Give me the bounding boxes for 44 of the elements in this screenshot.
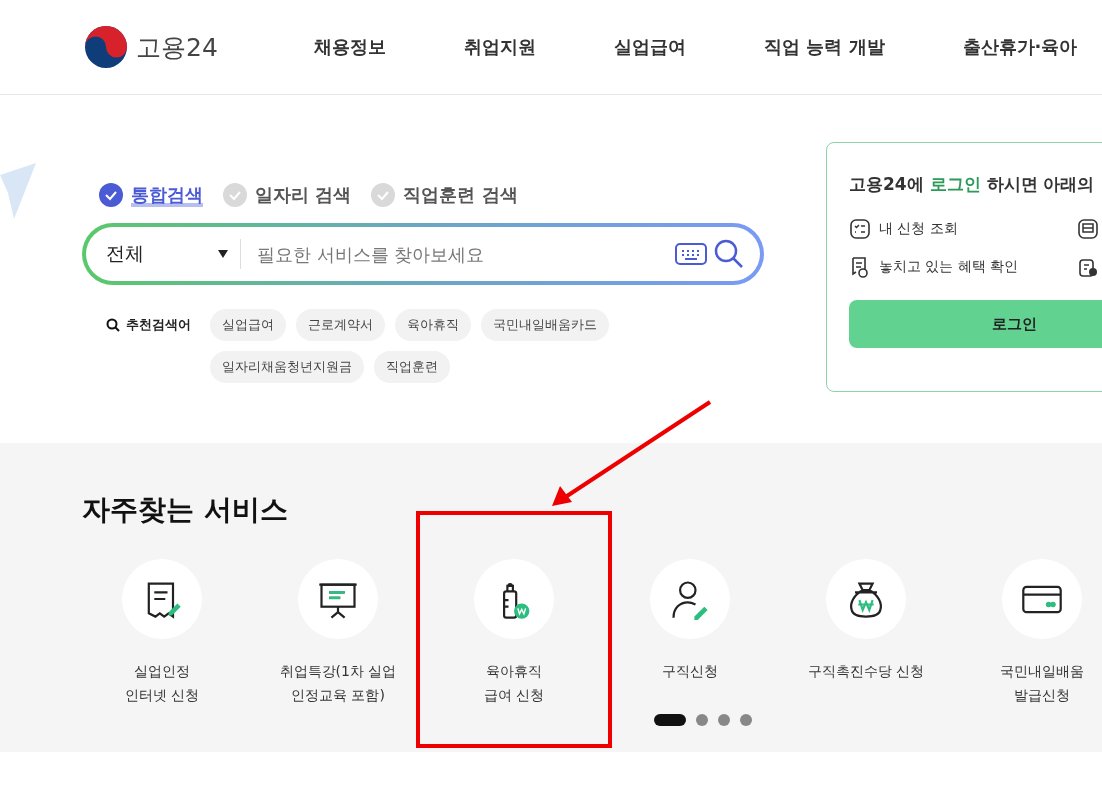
check-icon	[371, 183, 396, 207]
service-item[interactable]: 구직촉진수당 신청	[778, 559, 954, 707]
logo-icon	[84, 25, 128, 69]
pager-dot[interactable]	[718, 714, 730, 726]
keyboard-icon[interactable]	[672, 243, 710, 265]
login-card-title: 고용24에 로그인 하시면 아래의	[849, 173, 1096, 196]
checklist-icon	[849, 218, 871, 240]
service-item[interactable]: 국민내일배움 발급신청	[954, 559, 1102, 707]
nav-item[interactable]: 출산휴가·육아	[962, 35, 1078, 59]
receipt-icon	[849, 256, 871, 278]
category-dropdown[interactable]: 전체	[106, 239, 241, 269]
document-icon	[1077, 218, 1099, 240]
keyword-chip[interactable]: 직업훈련	[374, 351, 450, 383]
check-icon	[99, 183, 123, 207]
search-icon	[106, 318, 120, 332]
pager-dot[interactable]	[740, 714, 752, 726]
pager-dot[interactable]	[696, 714, 708, 726]
clipboard-icon	[1077, 256, 1099, 278]
caret-icon	[218, 250, 228, 258]
service-item[interactable]: 실업인정 인터넷 신청	[74, 559, 250, 707]
search-tab[interactable]: 직업훈련 검색	[371, 183, 518, 207]
keyword-chip[interactable]: 국민내일배움카드	[481, 309, 609, 341]
keyword-chip[interactable]: 실업급여	[210, 309, 286, 341]
service-item[interactable]: 취업특강(1차 실업 인정교육 포함)	[250, 559, 426, 707]
paper-plane-icon	[0, 163, 36, 219]
search-tab[interactable]: 일자리 검색	[223, 183, 352, 207]
nav-item[interactable]: 실업급여	[614, 35, 686, 59]
nav-item[interactable]: 채용정보	[314, 35, 386, 59]
feature-label: 내 신청 조회	[879, 220, 958, 238]
logo-text[interactable]: 고용24	[136, 30, 218, 64]
keyword-chip[interactable]: 일자리채움청년지원금	[210, 351, 364, 383]
nav-item[interactable]: 직업 능력 개발	[764, 35, 885, 59]
section-title: 자주찾는 서비스	[82, 492, 289, 528]
check-icon	[223, 183, 247, 207]
feature-label: 놓치고 있는 혜택 확인	[879, 258, 1019, 276]
search-input[interactable]: 필요한 서비스를 찾아보세요	[241, 242, 672, 266]
keyword-chip[interactable]: 근로계약서	[296, 309, 385, 341]
login-button[interactable]: 로그인	[849, 300, 1102, 348]
recommended-label: 추천검색어	[126, 316, 191, 334]
search-tab[interactable]: 통합검색	[99, 183, 203, 207]
nav-item[interactable]: 취업지원	[464, 35, 536, 59]
service-item[interactable]: 육아휴직 급여 신청	[426, 559, 602, 707]
keyword-chip[interactable]: 육아휴직	[395, 309, 471, 341]
service-item[interactable]: 구직신청	[602, 559, 778, 707]
